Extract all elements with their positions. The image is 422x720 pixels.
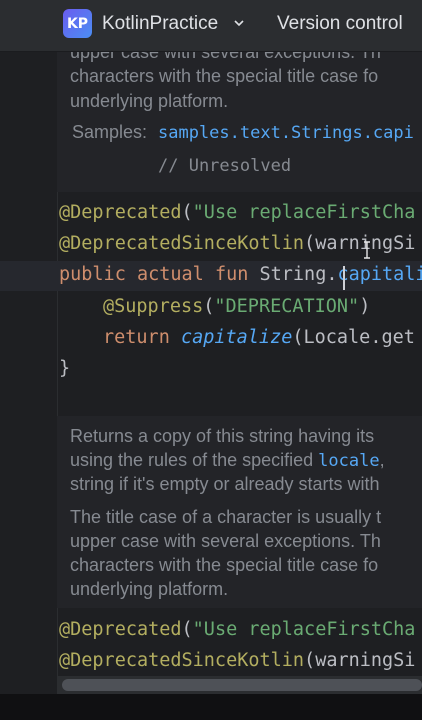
annotation: @DeprecatedSinceKotlin bbox=[59, 650, 305, 671]
doc-line: underlying platform. bbox=[70, 579, 229, 599]
doc-line: characters with the special title case f… bbox=[70, 66, 379, 86]
doc-line: underlying platform. bbox=[70, 91, 229, 111]
call-arguments: (Locale.get bbox=[292, 327, 415, 348]
function-call: capitalize bbox=[180, 327, 293, 348]
doc-text-segment: using the rules of the specified bbox=[70, 450, 319, 470]
annotation: @Deprecated bbox=[59, 619, 182, 640]
scrollbar-thumb[interactable] bbox=[62, 679, 422, 691]
code-line[interactable]: return capitalize(Locale.get bbox=[103, 327, 415, 348]
rendered-doc-block: Returns a copy of this string having its… bbox=[57, 416, 422, 608]
code-line[interactable]: } bbox=[59, 358, 70, 379]
title-bar: KP KotlinPractice Version control bbox=[0, 0, 422, 52]
unresolved-comment: // Unresolved bbox=[158, 156, 292, 176]
doc-text-segment: , bbox=[379, 450, 385, 470]
keyword: actual bbox=[136, 264, 204, 285]
keyword: fun bbox=[214, 264, 249, 285]
samples-link[interactable]: samples.text.Strings.capi bbox=[158, 123, 414, 143]
project-name-dropdown[interactable]: KotlinPractice bbox=[102, 13, 218, 35]
function-name: capitaliz bbox=[337, 264, 422, 285]
keyword: public bbox=[59, 264, 126, 285]
samples-label: Samples: bbox=[72, 122, 148, 142]
receiver-type: String. bbox=[259, 264, 338, 285]
code-line[interactable]: public actual fun String.capitaliz bbox=[59, 264, 422, 285]
text-cursor-icon bbox=[364, 241, 370, 259]
code-line[interactable]: @Suppress("DEPRECATION") bbox=[103, 296, 370, 317]
string-literal: "Use replaceFirstCha bbox=[192, 619, 416, 640]
doc-line: using the rules of the specified locale, bbox=[70, 450, 385, 471]
doc-line: The title case of a character is usually… bbox=[70, 507, 382, 527]
doc-code-link[interactable]: locale bbox=[318, 451, 379, 471]
doc-line: string if it's empty or already starts w… bbox=[70, 474, 380, 494]
string-literal: "DEPRECATION" bbox=[214, 296, 360, 317]
code-line[interactable]: @DeprecatedSinceKotlin(warningSi bbox=[59, 650, 415, 671]
version-control-dropdown[interactable]: Version control bbox=[277, 13, 403, 35]
chevron-down-icon[interactable] bbox=[233, 17, 245, 29]
code-line[interactable]: @Deprecated("Use replaceFirstCha bbox=[59, 619, 415, 640]
string-literal: "Use replaceFirstCha bbox=[192, 202, 416, 223]
annotation: @Suppress bbox=[103, 296, 204, 317]
code-line[interactable]: @Deprecated("Use replaceFirstCha bbox=[59, 202, 415, 223]
doc-line: Returns a copy of this string having its bbox=[70, 426, 375, 446]
keyword: return bbox=[103, 327, 170, 348]
bottom-bar bbox=[0, 694, 422, 720]
doc-line: characters with the special title case f… bbox=[70, 555, 379, 575]
closing-brace: } bbox=[59, 358, 71, 379]
rendered-doc-block: upper case with several exceptions. Th c… bbox=[57, 52, 422, 192]
doc-line: upper case with several exceptions. Th bbox=[70, 52, 381, 62]
text-caret bbox=[343, 266, 345, 290]
code-editor[interactable]: upper case with several exceptions. Th c… bbox=[0, 52, 422, 694]
annotation: @Deprecated bbox=[59, 202, 182, 223]
annotation: @DeprecatedSinceKotlin bbox=[59, 233, 305, 254]
project-badge-icon[interactable]: KP bbox=[63, 9, 92, 38]
doc-line: upper case with several exceptions. Th bbox=[70, 531, 381, 551]
named-argument: warningSi bbox=[315, 650, 416, 671]
